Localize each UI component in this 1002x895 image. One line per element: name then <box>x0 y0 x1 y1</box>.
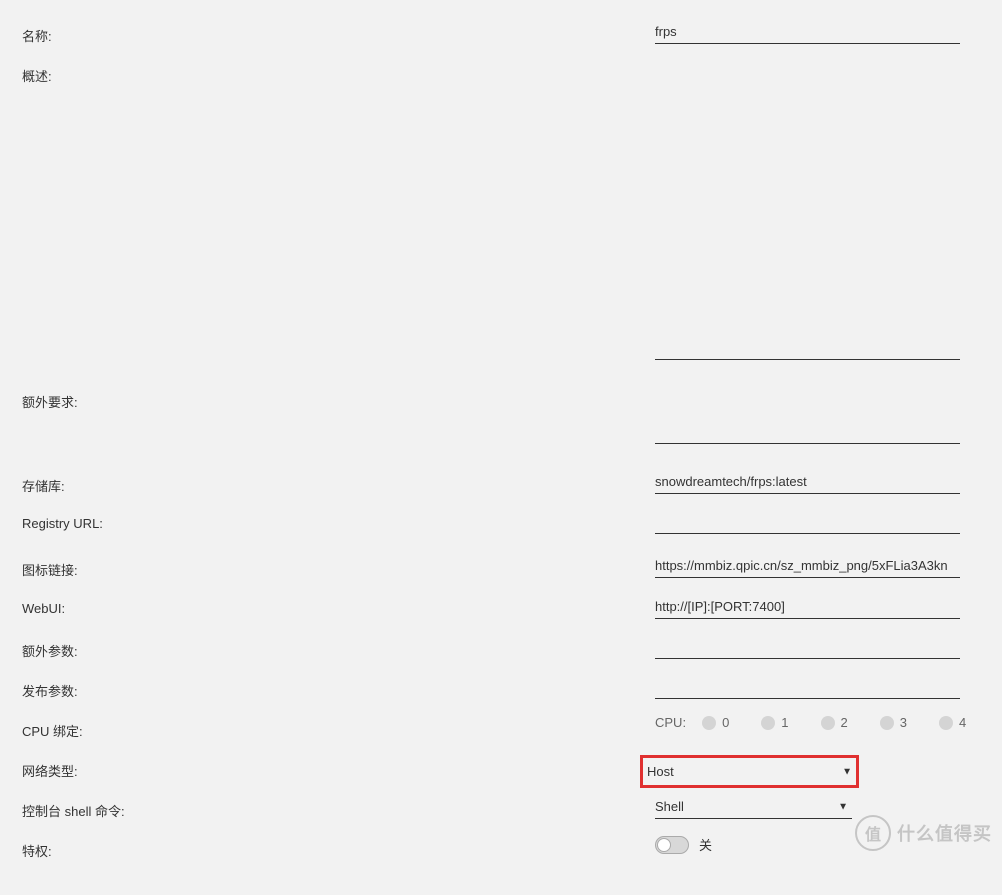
chevron-down-icon: ▼ <box>838 801 848 812</box>
description-textarea[interactable] <box>655 78 960 360</box>
cpu-option-2[interactable]: 2 <box>821 715 848 730</box>
privilege-toggle[interactable] <box>655 836 689 854</box>
console-shell-label: 控制台 shell 命令: <box>0 795 150 820</box>
console-shell-select[interactable]: Shell ▼ <box>655 795 852 819</box>
name-input[interactable] <box>655 20 960 44</box>
watermark-text: 什么值得买 <box>897 820 992 846</box>
radio-icon <box>702 716 716 730</box>
console-shell-value: Shell <box>655 795 852 818</box>
cpu-option-3[interactable]: 3 <box>880 715 907 730</box>
extra-requirements-label: 额外要求: <box>0 386 150 411</box>
extra-args-input[interactable] <box>655 635 960 659</box>
webui-label: WebUI: <box>0 595 150 616</box>
description-label: 概述: <box>0 60 150 85</box>
cpu-option-4[interactable]: 4 <box>939 715 966 730</box>
cpu-options-group: CPU: 0 1 2 3 4 <box>655 715 980 730</box>
watermark-logo-icon: 值 <box>855 815 891 851</box>
cpu-option-1[interactable]: 1 <box>761 715 788 730</box>
privilege-toggle-state: 关 <box>699 835 712 854</box>
publish-args-input[interactable] <box>655 675 960 699</box>
repository-label: 存储库: <box>0 470 150 495</box>
cpu-option-label: 1 <box>781 715 788 730</box>
icon-link-input[interactable] <box>655 554 960 578</box>
registry-url-label: Registry URL: <box>0 510 150 531</box>
radio-icon <box>880 716 894 730</box>
cpu-option-label: 4 <box>959 715 966 730</box>
chevron-down-icon: ▼ <box>842 766 852 777</box>
network-type-select[interactable]: Host ▼ <box>640 755 859 788</box>
name-label: 名称: <box>0 20 150 45</box>
toggle-knob-icon <box>657 838 671 852</box>
radio-icon <box>939 716 953 730</box>
registry-url-input[interactable] <box>655 510 960 534</box>
cpu-option-0[interactable]: 0 <box>702 715 729 730</box>
extra-requirements-textarea[interactable] <box>655 404 960 444</box>
cpu-option-label: 3 <box>900 715 907 730</box>
privilege-label: 特权: <box>0 835 150 860</box>
extra-args-label: 额外参数: <box>0 635 150 660</box>
webui-input[interactable] <box>655 595 960 619</box>
publish-args-label: 发布参数: <box>0 675 150 700</box>
radio-icon <box>821 716 835 730</box>
radio-icon <box>761 716 775 730</box>
network-type-value: Host <box>647 760 852 783</box>
repository-input[interactable] <box>655 470 960 494</box>
icon-link-label: 图标链接: <box>0 554 150 579</box>
cpu-option-label: 0 <box>722 715 729 730</box>
cpu-binding-label: CPU 绑定: <box>0 715 150 740</box>
cpu-option-label: 2 <box>841 715 848 730</box>
watermark: 值 什么值得买 <box>855 815 992 851</box>
network-type-label: 网络类型: <box>0 755 150 780</box>
cpu-prefix-label: CPU: <box>655 715 686 730</box>
